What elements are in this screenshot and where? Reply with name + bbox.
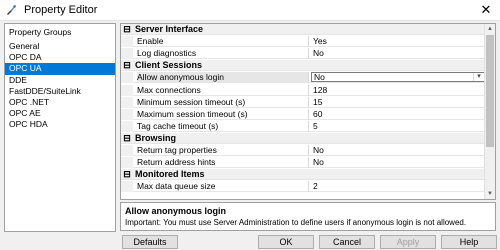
property-name[interactable]: Tag cache timeout (s)	[137, 120, 309, 132]
property-name[interactable]: Return tag properties	[137, 145, 309, 156]
row-gutter	[121, 157, 133, 169]
property-value[interactable]: No	[313, 145, 483, 156]
property-value[interactable]: 2	[313, 181, 483, 192]
property-name[interactable]: Maximum session timeout (s)	[137, 108, 309, 120]
property-value[interactable]: 60	[313, 109, 483, 120]
row-gutter	[121, 120, 133, 132]
collapse-icon[interactable]: ⊟	[122, 24, 132, 35]
window-title: Property Editor	[24, 4, 98, 16]
property-name[interactable]: Max data queue size	[137, 181, 309, 193]
property-row[interactable]: Max data queue size 2	[121, 181, 485, 193]
property-name[interactable]: Minimum session timeout (s)	[137, 96, 309, 108]
row-gutter	[121, 48, 133, 60]
property-grid-scrollbar[interactable]: ▲ ▼	[484, 24, 495, 199]
category-label: Server Interface	[135, 24, 204, 34]
property-value[interactable]: No	[313, 48, 483, 59]
property-value[interactable]: Yes	[313, 36, 483, 47]
row-gutter	[121, 36, 133, 48]
scroll-up-icon[interactable]: ▲	[485, 24, 495, 34]
property-row[interactable]: Return address hints No	[121, 157, 485, 169]
property-value[interactable]: 128	[313, 85, 483, 96]
category-row[interactable]: ⊟ Server Interface	[121, 24, 485, 35]
ok-button[interactable]: OK	[258, 235, 314, 249]
property-row[interactable]: Maximum session timeout (s) 60	[121, 108, 485, 120]
apply-button[interactable]: Apply	[380, 235, 436, 249]
close-icon[interactable]: ✕	[472, 0, 500, 20]
description-panel: Allow anonymous login Important: You mus…	[120, 202, 496, 231]
property-row[interactable]: Minimum session timeout (s) 15	[121, 96, 485, 108]
group-item[interactable]: OPC .NET	[5, 97, 115, 108]
property-value[interactable]: 15	[313, 97, 483, 108]
description-title: Allow anonymous login	[125, 206, 226, 216]
group-item[interactable]: OPC AE	[5, 108, 115, 119]
property-name[interactable]: Max connections	[137, 84, 309, 96]
group-item[interactable]: OPC DA	[5, 52, 115, 63]
defaults-button[interactable]: Defaults	[122, 235, 178, 249]
property-name[interactable]: Log diagnostics	[137, 48, 309, 60]
property-name[interactable]: Return address hints	[137, 157, 309, 169]
row-gutter	[121, 96, 133, 108]
property-row[interactable]: Tag cache timeout (s) 5	[121, 120, 485, 132]
chevron-down-icon[interactable]: ▾	[473, 73, 484, 82]
row-gutter	[121, 108, 133, 120]
category-row[interactable]: ⊟ Client Sessions	[121, 60, 485, 72]
property-groups-list: Property Groups General OPC DA OPC UA DDE Fa…	[4, 23, 116, 232]
category-label: Monitored Items	[135, 169, 205, 180]
category-label: Client Sessions	[135, 60, 203, 71]
cancel-button[interactable]: Cancel	[319, 235, 375, 249]
app-icon	[6, 5, 16, 15]
group-item[interactable]: DDE	[5, 75, 115, 86]
group-item[interactable]: General	[5, 41, 115, 52]
property-value[interactable]: No	[313, 157, 483, 168]
row-gutter	[121, 181, 133, 193]
scroll-down-icon[interactable]: ▼	[485, 189, 495, 199]
group-item[interactable]: FastDDE/SuiteLink	[5, 86, 115, 97]
row-gutter	[121, 145, 133, 156]
property-value[interactable]: 5	[313, 121, 483, 132]
row-gutter	[121, 84, 133, 96]
group-item[interactable]: OPC HDA	[5, 119, 115, 130]
group-item[interactable]: OPC UA	[5, 63, 115, 75]
property-row[interactable]: Max connections 128	[121, 84, 485, 96]
dropdown-value: No	[314, 72, 325, 83]
property-groups-header: Property Groups	[9, 27, 72, 37]
property-name[interactable]: Enable	[137, 36, 309, 48]
row-gutter	[121, 72, 133, 84]
property-grid: ⊟ Server Interface Enable Yes Log diagnostic…	[120, 23, 496, 200]
property-row[interactable]: Allow anonymous login No ▾	[121, 72, 485, 84]
collapse-icon[interactable]: ⊟	[122, 60, 132, 71]
property-row[interactable]: Log diagnostics No	[121, 48, 485, 60]
property-row[interactable]: Return tag properties No	[121, 145, 485, 156]
property-name[interactable]: Allow anonymous login	[137, 72, 309, 84]
collapse-icon[interactable]: ⊟	[122, 133, 132, 144]
collapse-icon[interactable]: ⊟	[122, 169, 132, 180]
description-text: Important: You must use Server Administr…	[125, 218, 467, 227]
help-button[interactable]: Help	[441, 235, 497, 249]
category-row[interactable]: ⊟ Monitored Items	[121, 169, 485, 181]
title-bar: Property Editor ✕	[0, 0, 500, 21]
property-row[interactable]: Enable Yes	[121, 36, 485, 48]
scroll-thumb[interactable]	[486, 35, 494, 147]
category-row[interactable]: ⊟ Browsing	[121, 132, 485, 144]
category-label: Browsing	[135, 132, 177, 143]
property-value-dropdown[interactable]: No ▾	[311, 72, 485, 83]
